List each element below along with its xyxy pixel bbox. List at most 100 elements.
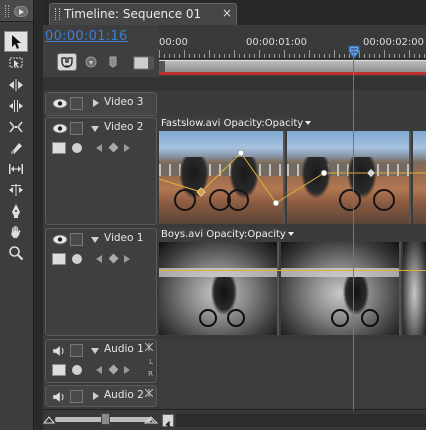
chevron-left-icon [165,420,170,429]
zoom-in-icon[interactable] [144,416,158,424]
dropdown-arrow-icon[interactable] [287,232,294,236]
selection-tool[interactable] [4,31,28,52]
speaker-icon[interactable] [52,345,66,357]
panel-grip[interactable] [5,5,9,17]
show-keyframes-button[interactable] [72,143,82,153]
lock-toggle[interactable] [70,390,83,403]
expand-triangle-icon[interactable] [93,392,99,400]
current-timecode[interactable]: 00:00:01:16 [45,29,128,44]
add-keyframe-icon[interactable] [108,142,119,153]
tab-sequence-01[interactable]: Timeline: Sequence 01 × [49,3,237,25]
tab-grip[interactable] [55,8,60,20]
track-header-audio-1[interactable]: Audio 1 L R [45,339,157,383]
speaker-icon[interactable] [52,391,66,403]
ruler-tick [169,54,170,58]
next-keyframe-icon[interactable] [124,144,130,152]
lock-toggle[interactable] [70,97,83,110]
track-content-video-1[interactable]: Boys.avi Opacity:Opacity [159,228,426,336]
tools-panel [0,0,34,430]
set-marker-button[interactable] [103,53,123,71]
playhead-handle-icon[interactable] [347,45,361,59]
lock-toggle[interactable] [70,233,83,246]
clip-label-fastslow[interactable]: Fastslow.avi Opacity:Opacity [161,118,312,129]
waveform-toggle-icon[interactable] [52,364,66,376]
ruler-tick [369,54,370,58]
previous-keyframe-icon[interactable] [96,255,102,263]
show-keyframes-button[interactable] [72,254,82,264]
previous-keyframe-icon[interactable] [96,144,102,152]
clip-label-text: Boys.avi Opacity:Opacity [161,229,286,240]
ruler-tick [389,54,390,58]
tab-close-button[interactable]: × [222,6,232,20]
track-content-video-3[interactable] [159,92,426,116]
track-header-audio-2[interactable]: Audio 2 [45,385,157,407]
ruler-tick [199,54,200,58]
previous-keyframe-icon[interactable] [96,366,102,374]
set-encore-marker-button[interactable] [81,53,101,71]
track-content-video-2[interactable]: Fastslow.avi Opacity:Opacity [159,117,426,225]
ruler-tick [254,54,255,58]
zoom-tool[interactable] [4,242,28,263]
hand-tool[interactable] [4,221,28,242]
show-keyframes-button[interactable] [72,365,82,375]
slide-tool[interactable] [4,179,28,200]
zoom-out-icon[interactable] [43,416,55,424]
add-keyframe-icon[interactable] [108,253,119,264]
next-keyframe-icon[interactable] [124,366,130,374]
keyframe-marker [272,199,280,207]
dropdown-arrow-icon[interactable] [305,121,312,125]
ripple-edit-tool[interactable] [4,74,28,95]
track-header-video-2[interactable]: Video 2 [45,117,157,225]
ruler-tick [384,50,385,58]
collapse-triangle-icon[interactable] [91,126,99,132]
rolling-edit-tool[interactable] [4,95,28,116]
display-style-icon[interactable] [52,142,66,154]
playhead-line[interactable] [353,50,354,410]
rate-stretch-tool[interactable] [4,116,28,137]
work-area-bar[interactable] [159,60,426,73]
time-ruler[interactable]: 00:00 00:00:01:00 00:00:02:00 [159,25,426,77]
ruler-tick [269,54,270,58]
ruler-label-2: 00:00:02:00 [363,37,425,48]
keyframe-controls [52,142,152,158]
work-area-start-handle[interactable] [131,49,155,75]
lock-toggle[interactable] [70,344,83,357]
snap-button[interactable] [57,53,77,71]
display-style-icon[interactable] [52,253,66,265]
track-header-video-1[interactable]: Video 1 [45,228,157,336]
keyframe-controls [52,253,152,269]
ruler-tick [294,54,295,58]
panel-menu-button[interactable] [14,6,28,17]
collapse-triangle-icon[interactable] [91,237,99,243]
clip-label-boys[interactable]: Boys.avi Opacity:Opacity [161,229,294,240]
panel-divider[interactable] [35,0,43,430]
track-type-icon [145,389,153,397]
ruler-tick [314,54,315,58]
eye-icon[interactable] [52,234,68,245]
opacity-keyframe-graph[interactable] [159,131,426,224]
scroll-left-button[interactable] [162,414,174,429]
next-keyframe-icon[interactable] [124,255,130,263]
work-area-start-icon [133,56,154,70]
thumbnail-frame-1 [159,242,279,335]
eye-icon[interactable] [52,123,68,134]
track-header-video-3[interactable]: Video 3 [45,92,157,116]
razor-tool[interactable] [4,137,28,158]
channel-left-label: L [149,358,153,366]
collapse-triangle-icon[interactable] [91,348,99,354]
ruler-scale: 00:00 00:00:01:00 00:00:02:00 [159,25,426,59]
add-keyframe-icon[interactable] [108,364,119,375]
expand-triangle-icon[interactable] [93,99,99,107]
zoom-slider-knob[interactable] [101,413,110,425]
slip-tool[interactable] [4,158,28,179]
lock-toggle[interactable] [70,122,83,135]
track-content-audio-2[interactable] [159,385,426,407]
opacity-line[interactable] [159,270,426,271]
pen-tool[interactable] [4,200,28,221]
eye-icon[interactable] [52,98,68,109]
track-content-audio-1[interactable] [159,339,426,383]
track-select-tool[interactable] [4,52,28,73]
ruler-tick [364,54,365,58]
horizontal-scrollbar[interactable] [176,414,426,427]
ruler-tick [324,54,325,58]
